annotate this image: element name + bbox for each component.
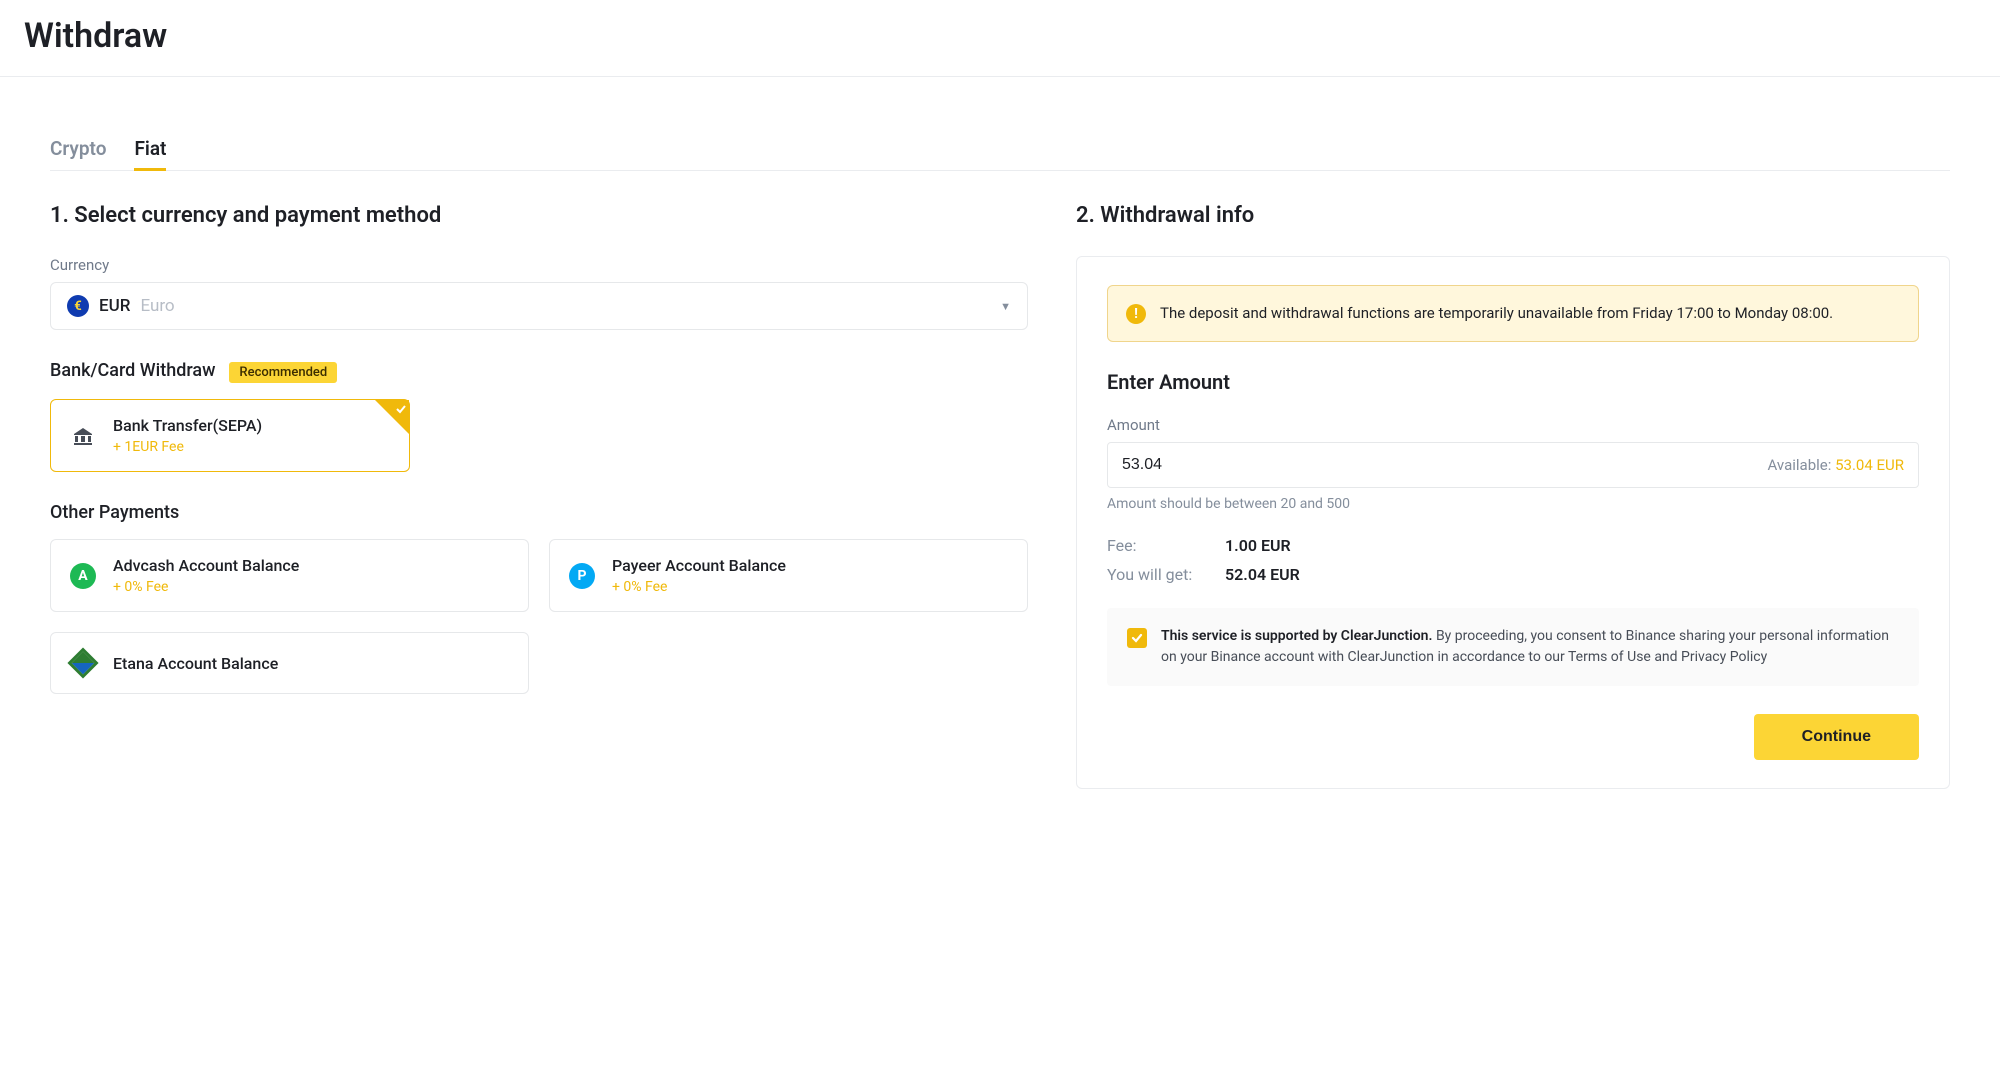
other-payments-title: Other Payments [50,502,179,523]
method-fee: + 1EUR Fee [113,439,262,455]
method-bank-transfer-sepa[interactable]: Bank Transfer(SEPA) + 1EUR Fee [50,399,410,472]
chevron-down-icon: ▼ [1000,300,1011,313]
amount-hint: Amount should be between 20 and 500 [1107,496,1919,512]
currency-label: Currency [50,256,1028,274]
available-label: Available: [1768,456,1836,474]
you-will-get-value: 52.04 EUR [1225,565,1300,584]
euro-icon: € [67,295,89,317]
method-advcash[interactable]: A Advcash Account Balance + 0% Fee [50,539,529,612]
tab-fiat[interactable]: Fiat [134,137,166,170]
method-payeer[interactable]: P Payeer Account Balance + 0% Fee [549,539,1028,612]
enter-amount-heading: Enter Amount [1107,370,1919,394]
withdrawal-info-panel: ! The deposit and withdrawal functions a… [1076,256,1950,789]
consent-box: This service is supported by ClearJuncti… [1107,608,1919,686]
fee-label: Fee: [1107,536,1207,555]
warning-icon: ! [1126,304,1146,324]
amount-label: Amount [1107,416,1919,434]
fee-value: 1.00 EUR [1225,536,1291,555]
bankcard-withdraw-title: Bank/Card Withdraw [50,360,215,381]
consent-checkbox[interactable] [1127,628,1147,648]
etana-icon [69,649,97,677]
currency-name: Euro [140,296,174,316]
page-title: Withdraw [24,16,1976,56]
currency-select[interactable]: € EUR Euro ▼ [50,282,1028,330]
recommended-badge: Recommended [229,362,337,383]
check-icon [395,403,407,415]
consent-bold: This service is supported by ClearJuncti… [1161,628,1432,644]
tab-crypto[interactable]: Crypto [50,137,106,170]
selected-corner [375,400,409,434]
check-icon [1130,631,1144,645]
header-divider [0,76,2000,77]
select-currency-heading: 1. Select currency and payment method [50,203,1028,228]
payeer-icon: P [568,562,596,590]
advcash-icon: A [69,562,97,590]
unavailable-alert: ! The deposit and withdrawal functions a… [1107,285,1919,342]
bank-icon [69,422,97,450]
method-fee: + 0% Fee [113,579,299,595]
method-etana[interactable]: Etana Account Balance [50,632,529,694]
method-fee: + 0% Fee [612,579,786,595]
currency-code: EUR [99,296,130,316]
consent-text: This service is supported by ClearJuncti… [1161,626,1899,668]
available-value: 53.04 EUR [1835,456,1904,474]
method-name: Etana Account Balance [113,654,278,673]
alert-text: The deposit and withdrawal functions are… [1160,302,1833,325]
continue-button[interactable]: Continue [1754,714,1919,760]
withdrawal-info-heading: 2. Withdrawal info [1076,203,1950,228]
tabs: Crypto Fiat [50,137,1950,171]
available-balance: Available: 53.04 EUR [1768,456,1904,474]
method-name: Advcash Account Balance [113,556,299,575]
method-name: Payeer Account Balance [612,556,786,575]
you-will-get-label: You will get: [1107,565,1207,584]
method-name: Bank Transfer(SEPA) [113,416,262,435]
